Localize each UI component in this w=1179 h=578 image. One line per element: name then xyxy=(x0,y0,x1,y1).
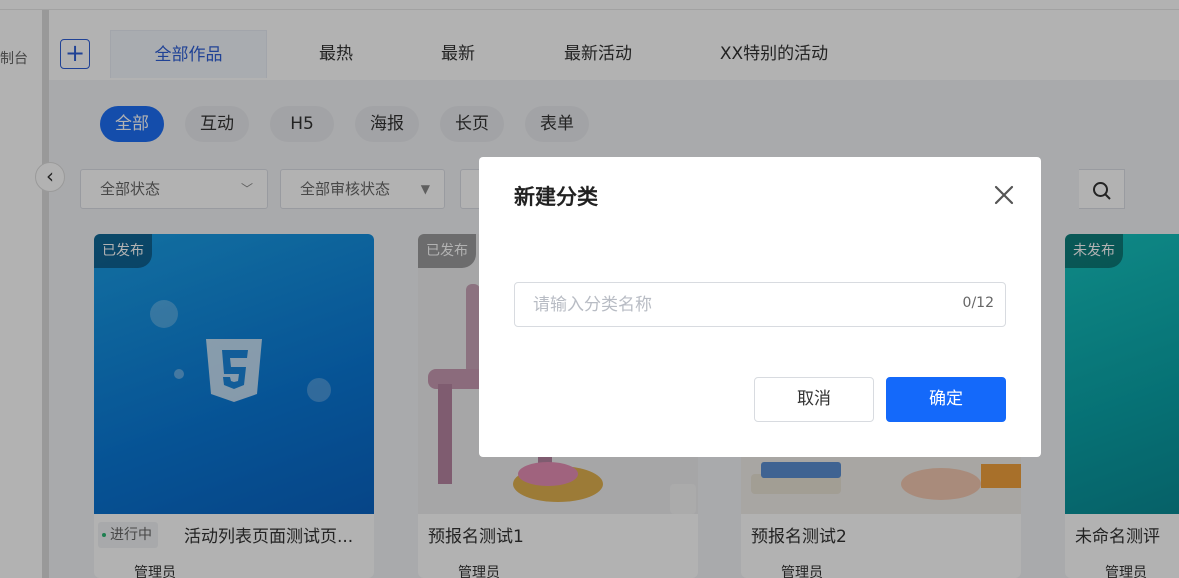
category-name-input[interactable] xyxy=(515,283,945,326)
char-counter: 0/12 xyxy=(962,295,994,311)
dialog-title: 新建分类 xyxy=(514,185,598,209)
confirm-button[interactable]: 确定 xyxy=(886,377,1006,422)
new-category-dialog: 新建分类 0/12 取消 确定 xyxy=(479,157,1041,457)
close-icon[interactable] xyxy=(993,184,1015,206)
category-name-field: 0/12 xyxy=(514,282,1006,327)
cancel-button[interactable]: 取消 xyxy=(754,377,874,422)
